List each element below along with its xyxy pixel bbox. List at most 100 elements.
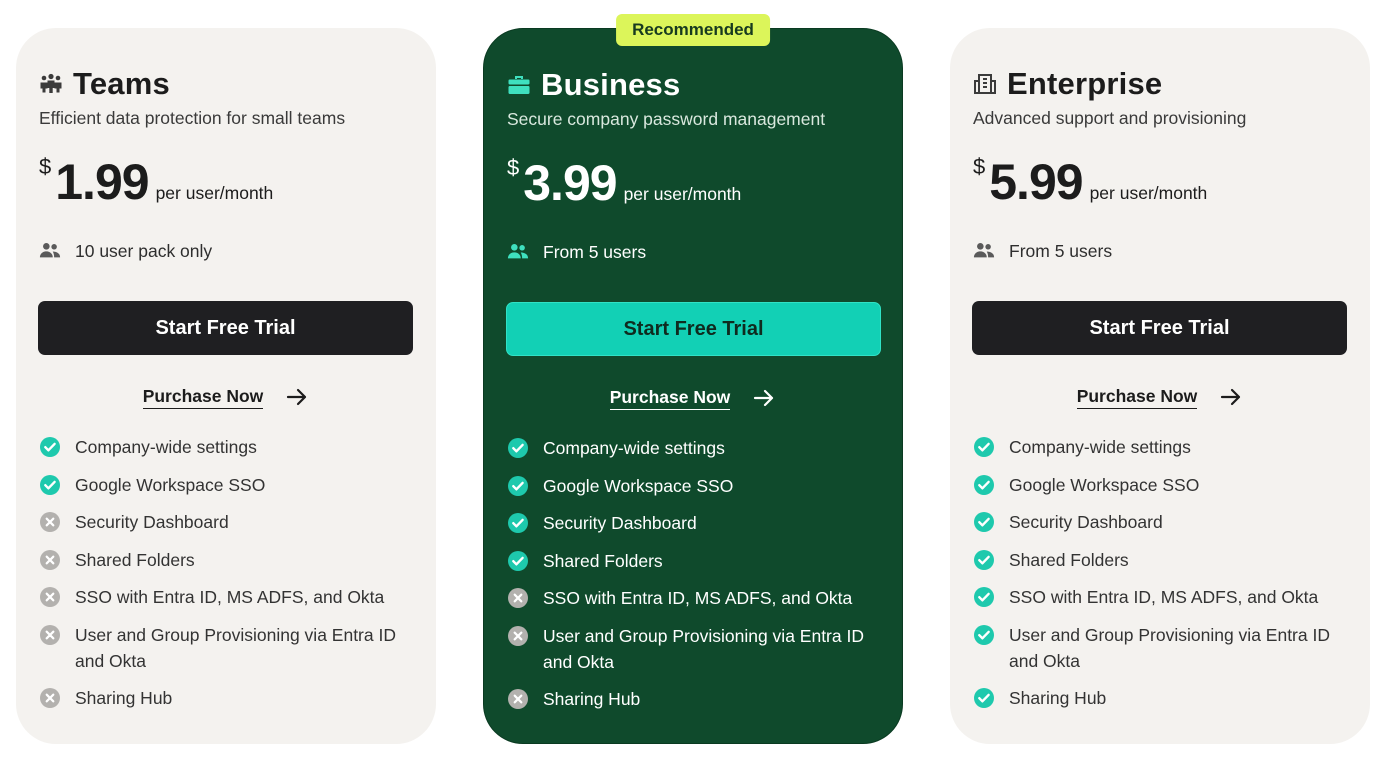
plan-header: Business: [507, 67, 680, 103]
feature-label: Sharing Hub: [75, 688, 173, 708]
purchase-now-link[interactable]: Purchase Now: [609, 387, 731, 410]
feature-item: Sharing Hub: [507, 686, 887, 712]
feature-item: Shared Folders: [39, 547, 419, 573]
cross-circle-icon: [507, 688, 529, 710]
plan-card-teams: Teams Efficient data protection for smal…: [16, 28, 436, 744]
cross-circle-icon: [507, 587, 529, 609]
feature-item: Sharing Hub: [973, 685, 1353, 711]
recommended-badge: Recommended: [616, 14, 770, 46]
plan-tagline: Efficient data protection for small team…: [39, 108, 346, 128]
feature-item: Company-wide settings: [39, 434, 419, 460]
feature-item: Google Workspace SSO: [39, 472, 419, 498]
feature-list: Company-wide settings Google Workspace SS…: [507, 435, 887, 724]
start-free-trial-button[interactable]: Start Free Trial: [38, 301, 413, 355]
user-requirement-label: 10 user pack only: [75, 240, 213, 261]
feature-label: Security Dashboard: [75, 512, 229, 532]
purchase-now-row: Purchase Now: [16, 385, 436, 409]
feature-item: Security Dashboard: [973, 509, 1353, 535]
check-circle-icon: [973, 511, 995, 533]
plan-name: Teams: [73, 66, 170, 101]
price-period: per user/month: [155, 183, 274, 203]
purchase-now-row: Purchase Now: [950, 385, 1370, 409]
user-requirement: From 5 users: [973, 239, 1112, 263]
start-free-trial-button[interactable]: Start Free Trial: [972, 301, 1347, 355]
feature-label: Shared Folders: [1009, 549, 1129, 570]
feature-label: SSO with Entra ID, MS ADFS, and Okta: [1009, 587, 1319, 607]
start-free-trial-button[interactable]: Start Free Trial: [506, 302, 881, 356]
feature-item: SSO with Entra ID, MS ADFS, and Okta: [973, 584, 1353, 610]
feature-label: SSO with Entra ID, MS ADFS, and Okta: [543, 588, 853, 608]
briefcase-icon: [507, 73, 531, 97]
plan-price: $ 1.99 per user/month: [39, 152, 273, 212]
cross-circle-icon: [39, 549, 61, 571]
plan-tagline: Secure company password management: [507, 109, 826, 129]
cross-circle-icon: [39, 687, 61, 709]
feature-item: Sharing Hub: [39, 685, 419, 711]
feature-label: Shared Folders: [75, 549, 195, 570]
check-circle-icon: [973, 687, 995, 709]
feature-label: User and Group Provisioning via Entra ID…: [543, 625, 864, 672]
user-requirement: From 5 users: [507, 240, 646, 264]
purchase-now-link[interactable]: Purchase Now: [142, 386, 264, 409]
price-currency: $: [973, 154, 986, 179]
cross-circle-icon: [39, 511, 61, 533]
plan-card-business: Recommended Business Secure company pass…: [483, 14, 903, 744]
plan-header: Enterprise: [973, 66, 1162, 102]
arrow-right-icon[interactable]: [752, 386, 776, 410]
feature-item: SSO with Entra ID, MS ADFS, and Okta: [39, 584, 419, 610]
check-circle-icon: [973, 549, 995, 571]
feature-label: User and Group Provisioning via Entra ID…: [75, 624, 396, 671]
users-icon: [507, 240, 531, 264]
check-circle-icon: [507, 550, 529, 572]
plan-name: Business: [541, 67, 681, 102]
feature-item: User and Group Provisioning via Entra ID…: [507, 623, 887, 675]
feature-item: SSO with Entra ID, MS ADFS, and Okta: [507, 585, 887, 611]
plan-tagline: Advanced support and provisioning: [973, 108, 1247, 128]
arrow-right-icon[interactable]: [1219, 385, 1243, 409]
feature-label: Company-wide settings: [75, 437, 257, 457]
check-circle-icon: [39, 474, 61, 496]
plan-header: Teams: [39, 66, 170, 102]
feature-item: User and Group Provisioning via Entra ID…: [39, 622, 419, 674]
price-period: per user/month: [1089, 183, 1208, 203]
price-currency: $: [507, 155, 520, 180]
feature-label: Company-wide settings: [543, 438, 725, 458]
cross-circle-icon: [39, 586, 61, 608]
cross-circle-icon: [507, 625, 529, 647]
people-group-icon: [39, 72, 63, 96]
check-circle-icon: [507, 437, 529, 459]
user-requirement-label: From 5 users: [1009, 240, 1113, 261]
check-circle-icon: [39, 436, 61, 458]
arrow-right-icon[interactable]: [285, 385, 309, 409]
users-icon: [973, 239, 997, 263]
feature-label: Google Workspace SSO: [543, 475, 734, 496]
feature-label: Google Workspace SSO: [1009, 474, 1200, 495]
cross-circle-icon: [39, 624, 61, 646]
plan-name: Enterprise: [1007, 66, 1163, 101]
feature-list: Company-wide settings Google Workspace SS…: [973, 434, 1353, 723]
user-requirement: 10 user pack only: [39, 239, 212, 263]
feature-item: Security Dashboard: [39, 509, 419, 535]
user-requirement-label: From 5 users: [543, 241, 647, 262]
price-amount: 1.99: [55, 154, 149, 210]
plan-price: $ 5.99 per user/month: [973, 152, 1207, 212]
feature-item: Shared Folders: [973, 547, 1353, 573]
building-icon: [973, 72, 997, 96]
check-circle-icon: [973, 586, 995, 608]
plan-card-enterprise: Enterprise Advanced support and provisio…: [950, 28, 1370, 744]
check-circle-icon: [973, 624, 995, 646]
feature-label: Sharing Hub: [543, 689, 641, 709]
feature-label: Security Dashboard: [543, 513, 697, 533]
feature-item: User and Group Provisioning via Entra ID…: [973, 622, 1353, 674]
feature-item: Google Workspace SSO: [973, 472, 1353, 498]
purchase-now-row: Purchase Now: [484, 386, 902, 410]
price-currency: $: [39, 154, 52, 179]
price-amount: 3.99: [523, 155, 617, 211]
feature-item: Shared Folders: [507, 548, 887, 574]
users-icon: [39, 239, 63, 263]
check-circle-icon: [973, 474, 995, 496]
feature-label: Security Dashboard: [1009, 512, 1163, 532]
feature-label: Google Workspace SSO: [75, 474, 266, 495]
purchase-now-link[interactable]: Purchase Now: [1076, 386, 1198, 409]
feature-label: Shared Folders: [543, 550, 663, 571]
